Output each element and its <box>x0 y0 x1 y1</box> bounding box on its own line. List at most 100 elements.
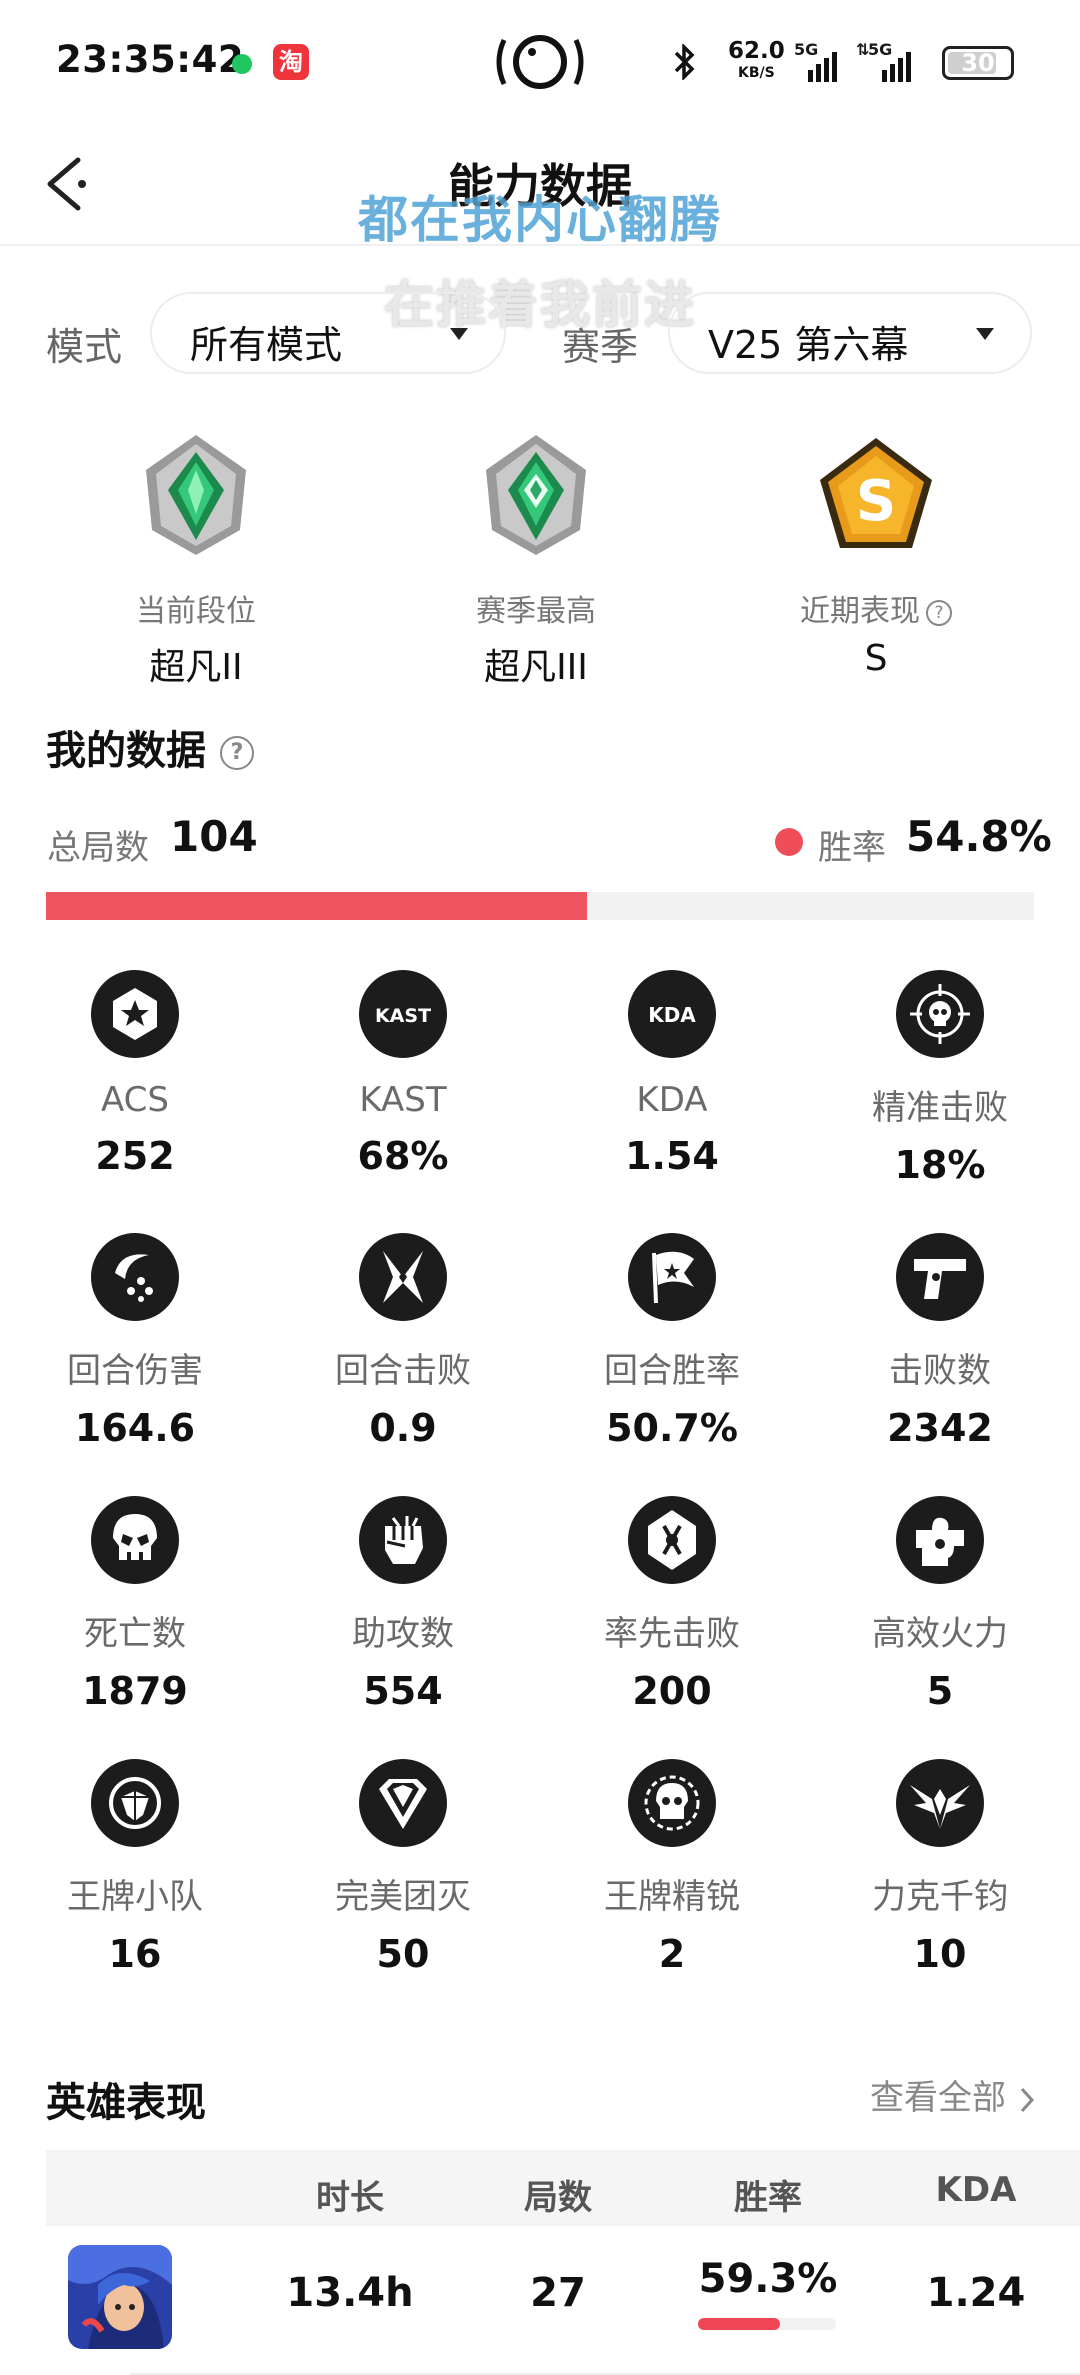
stat-item[interactable]: 力克千钧 10 <box>805 1759 1075 1976</box>
s-grade-badge-icon: S <box>820 438 932 548</box>
taobao-app-icon: 淘 <box>273 44 309 80</box>
stat-value: 18% <box>894 1143 986 1187</box>
recent-performance[interactable]: S 近期表现? S <box>746 430 1006 679</box>
rank-label: 近期表现 <box>800 594 920 629</box>
dynamic-island-ring-icon <box>496 35 584 89</box>
win-rate-dot <box>775 828 803 856</box>
stat-label: 完美团灭 <box>335 1877 471 1917</box>
hero-games: 27 <box>530 2270 586 2316</box>
stat-value: 164.6 <box>74 1406 196 1450</box>
chevron-down-icon <box>976 328 994 340</box>
pistol-icon <box>896 1233 984 1321</box>
hero-win-rate-bar <box>698 2318 836 2330</box>
rank-value: 超凡II <box>149 647 243 688</box>
stat-label: 力克千钧 <box>872 1877 1008 1917</box>
season-select-value: V25 第六幕 <box>708 323 909 367</box>
diamond-shield-icon <box>359 1759 447 1847</box>
column-header-win-rate: 胜率 <box>734 2178 802 2218</box>
stat-label: 死亡数 <box>84 1614 186 1654</box>
svg-text:S: S <box>856 469 896 534</box>
stat-item[interactable]: 王牌精锐 2 <box>537 1759 807 1976</box>
battery-icon: 30 <box>942 46 1014 80</box>
svg-text:KAST: KAST <box>375 1005 431 1027</box>
stat-value: 0.9 <box>369 1406 437 1450</box>
stat-item[interactable]: 回合伤害 164.6 <box>0 1233 270 1450</box>
stat-value: 252 <box>95 1134 175 1178</box>
skull-icon <box>91 1496 179 1584</box>
stat-label: 率先击败 <box>604 1614 740 1654</box>
stat-value: 200 <box>632 1669 712 1713</box>
view-all-link[interactable]: 查看全部 <box>870 2070 1037 2119</box>
stat-item[interactable]: 回合击败 0.9 <box>268 1233 538 1450</box>
stat-item[interactable]: 击败数 2342 <box>805 1233 1075 1450</box>
column-header-games: 局数 <box>524 2178 592 2218</box>
hero-table-header: 时长 局数 胜率 KDA <box>46 2150 1080 2226</box>
network-speed: 62.0 KB/S <box>728 40 785 84</box>
bluetooth-icon <box>674 44 695 80</box>
season-label: 赛季 <box>562 325 639 369</box>
stat-label: 回合击败 <box>335 1351 471 1391</box>
crescent-dots-icon <box>91 1233 179 1321</box>
stat-label: 击败数 <box>889 1351 991 1391</box>
stat-value: 2342 <box>887 1406 993 1450</box>
current-rank[interactable]: 当前段位 超凡II <box>66 430 326 690</box>
stat-item[interactable]: 率先击败 200 <box>537 1496 807 1713</box>
puzzle-fire-icon <box>896 1496 984 1584</box>
stat-item[interactable]: ACS 252 <box>0 970 270 1178</box>
view-all-text: 查看全部 <box>870 2078 1006 2118</box>
fist-icon <box>359 1496 447 1584</box>
hero-kda: 1.24 <box>926 2270 1026 2316</box>
stat-value: 2 <box>658 1932 686 1976</box>
hero-win-rate: 59.3% <box>698 2256 838 2302</box>
net-speed-unit: KB/S <box>738 65 775 81</box>
header-divider <box>0 244 1080 246</box>
stat-label: 助攻数 <box>352 1614 454 1654</box>
stat-item[interactable]: 助攻数 554 <box>268 1496 538 1713</box>
stat-label: KDA <box>636 1080 708 1120</box>
hero-avatar[interactable] <box>68 2245 172 2349</box>
stat-item[interactable]: 完美团灭 50 <box>268 1759 538 1976</box>
signal-1-icon: 5G <box>794 40 844 84</box>
help-icon[interactable]: ? <box>926 599 952 626</box>
net-speed-value: 62.0 <box>728 38 785 64</box>
rank-label: 当前段位 <box>136 594 256 629</box>
stat-label: 回合伤害 <box>67 1351 203 1391</box>
stat-label: 高效火力 <box>872 1614 1008 1654</box>
mode-select[interactable]: 所有模式 <box>150 292 506 374</box>
help-icon[interactable]: ? <box>220 736 254 770</box>
ascendant-rank-icon <box>486 435 586 555</box>
stat-item[interactable]: KDA KDA 1.54 <box>537 970 807 1178</box>
svg-text:KDA: KDA <box>648 1003 696 1027</box>
rank-label: 赛季最高 <box>476 594 596 629</box>
stat-item[interactable]: 精准击败 18% <box>805 970 1075 1187</box>
season-select[interactable]: V25 第六幕 <box>668 292 1032 374</box>
stat-label: 精准击败 <box>872 1088 1008 1128</box>
chevron-down-icon <box>450 328 468 340</box>
my-data-title: 我的数据? <box>46 718 254 776</box>
stat-label: 王牌精锐 <box>604 1877 740 1917</box>
stat-item[interactable]: 死亡数 1879 <box>0 1496 270 1713</box>
hero-section-title: 英雄表现 <box>46 2080 206 2126</box>
stat-value: 5 <box>926 1669 954 1713</box>
stat-item[interactable]: 高效火力 5 <box>805 1496 1075 1713</box>
my-data-title-text: 我的数据 <box>46 728 206 774</box>
stat-value: 68% <box>357 1134 449 1178</box>
status-time: 23:35:42 <box>56 38 245 81</box>
signal-1-label: 5G <box>794 40 819 59</box>
notification-dot-icon <box>232 54 252 74</box>
win-rate-value: 54.8% <box>906 812 1052 861</box>
stat-item[interactable]: KAST KAST 68% <box>268 970 538 1178</box>
stat-label: 王牌小队 <box>67 1877 203 1917</box>
kast-icon: KAST <box>359 970 447 1058</box>
flag-icon <box>628 1233 716 1321</box>
win-rate-label: 胜率 <box>818 828 886 868</box>
mode-select-value: 所有模式 <box>190 323 343 367</box>
stat-label: ACS <box>101 1080 169 1120</box>
hero-duration: 13.4h <box>286 2270 414 2316</box>
column-header-kda: KDA <box>935 2170 1017 2210</box>
stat-item[interactable]: 王牌小队 16 <box>0 1759 270 1976</box>
stat-item[interactable]: 回合胜率 50.7% <box>537 1233 807 1450</box>
rank-value: 超凡III <box>484 647 588 688</box>
season-peak-rank[interactable]: 赛季最高 超凡III <box>406 430 666 690</box>
chevron-right-icon <box>1020 2087 1034 2112</box>
